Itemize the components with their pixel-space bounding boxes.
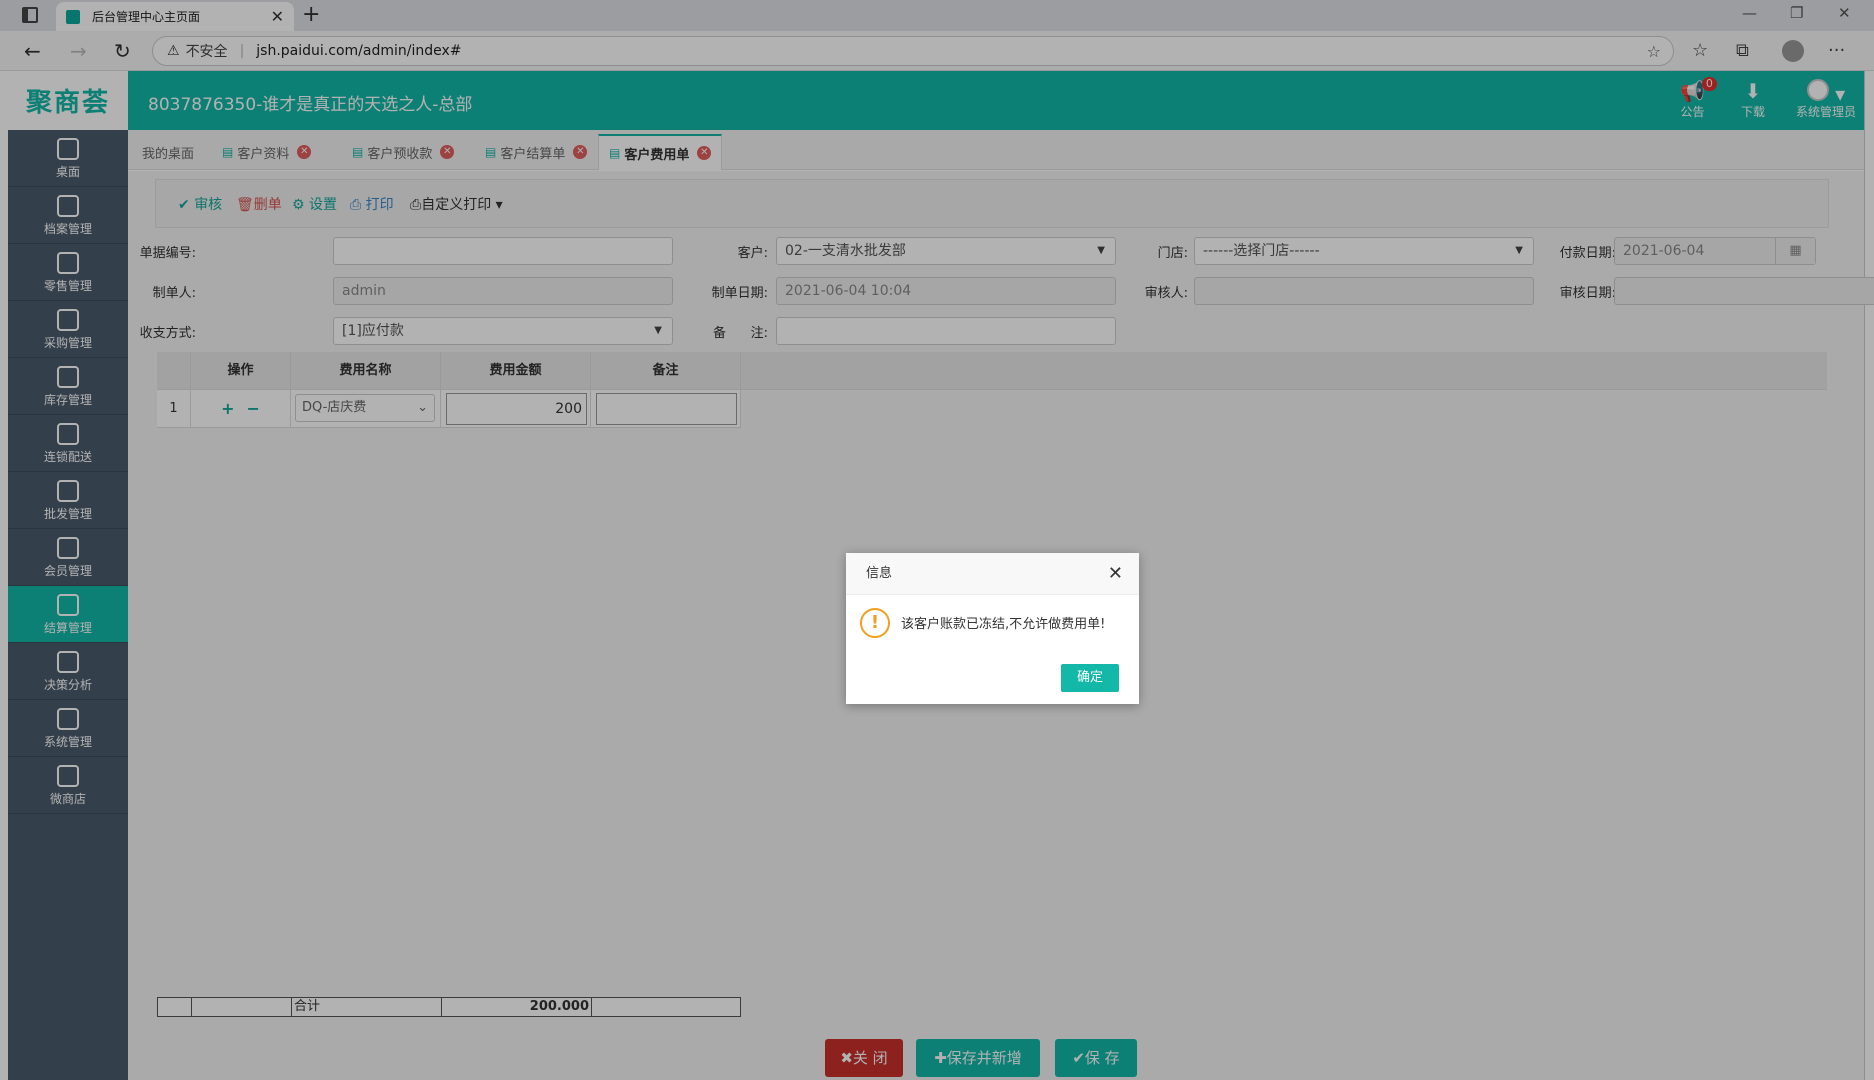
dialog-title: 信息 bbox=[866, 566, 893, 581]
warning-icon: ! bbox=[860, 608, 890, 638]
modal-overlay bbox=[0, 0, 1874, 1080]
dialog-body: ! 该客户账款已冻结,不允许做费用单! bbox=[846, 595, 1139, 655]
dialog-message: 该客户账款已冻结,不允许做费用单! bbox=[901, 617, 1106, 632]
close-icon[interactable]: ✕ bbox=[1108, 553, 1123, 595]
dialog-header: 信息 ✕ bbox=[846, 553, 1139, 595]
ok-button[interactable]: 确定 bbox=[1061, 664, 1119, 692]
info-dialog: 信息 ✕ ! 该客户账款已冻结,不允许做费用单! 确定 bbox=[846, 553, 1139, 704]
